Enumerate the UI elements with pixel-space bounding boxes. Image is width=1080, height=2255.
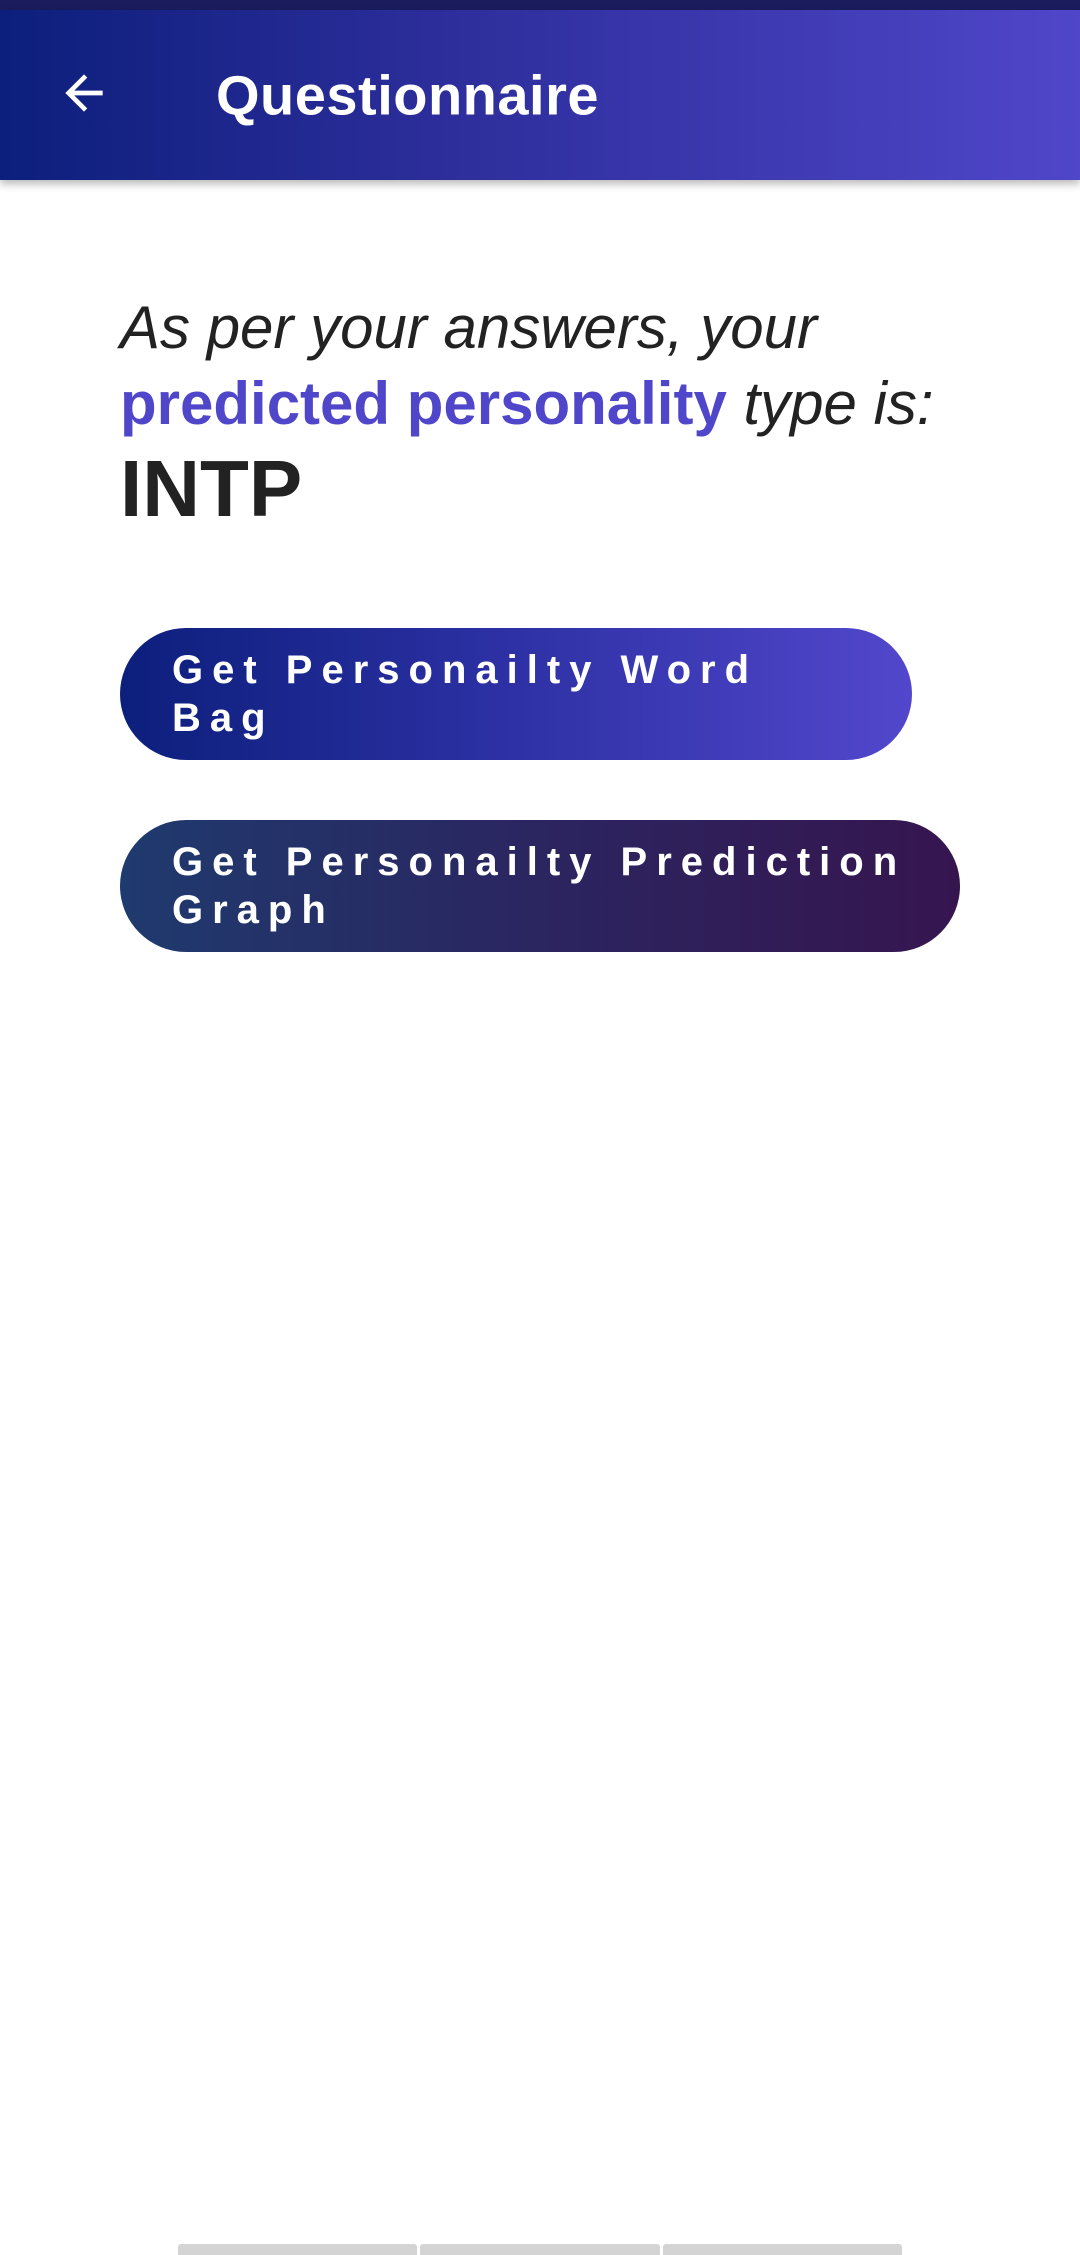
get-word-bag-button-label: Get Personailty Word Bag	[172, 648, 759, 740]
arrow-back-icon	[56, 65, 112, 126]
get-prediction-graph-button[interactable]: Get Personailty Prediction Graph	[120, 820, 960, 952]
back-button[interactable]	[44, 55, 124, 135]
status-bar-strip	[0, 0, 1080, 10]
bottom-nav-indicator	[178, 2244, 902, 2255]
app-bar: Questionnaire	[0, 10, 1080, 180]
result-highlight-text: predicted personality	[120, 370, 727, 437]
result-statement: As per your answers, your predicted pers…	[120, 290, 1000, 442]
result-section: As per your answers, your predicted pers…	[120, 290, 1000, 534]
bottom-indicator-segment	[420, 2244, 660, 2255]
page-title: Questionnaire	[216, 63, 600, 127]
bottom-indicator-segment	[178, 2244, 418, 2255]
get-word-bag-button[interactable]: Get Personailty Word Bag	[120, 628, 912, 760]
result-prefix-text: As per your answers, your	[120, 294, 817, 361]
personality-type-value: INTP	[120, 444, 303, 533]
result-suffix-text: type is:	[743, 370, 934, 437]
bottom-indicator-segment	[662, 2244, 902, 2255]
get-prediction-graph-button-label: Get Personailty Prediction Graph	[172, 840, 907, 932]
